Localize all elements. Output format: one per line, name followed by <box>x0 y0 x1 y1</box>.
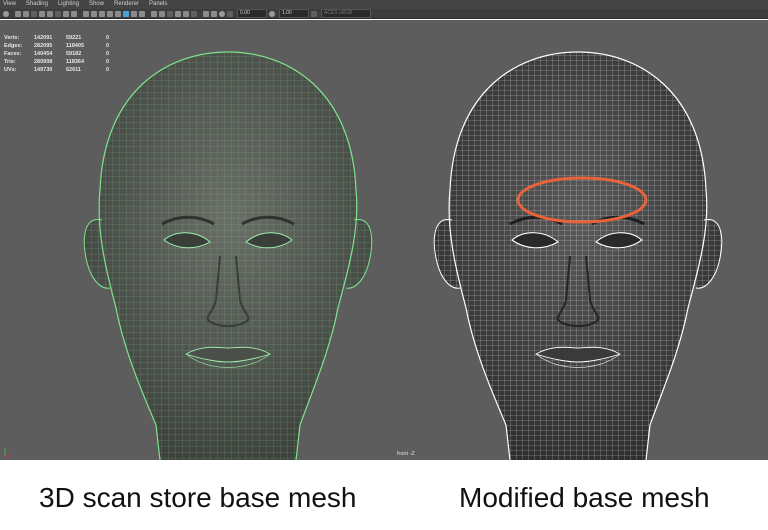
menu-renderer[interactable]: Renderer <box>114 0 139 9</box>
image-plane-icon[interactable] <box>31 10 37 17</box>
safe-action-icon[interactable] <box>71 10 77 17</box>
caption-row: 3D scan store base mesh Modified base me… <box>0 460 768 530</box>
menu-lighting[interactable]: Lighting <box>58 0 79 9</box>
view-axis-gizmo-icon <box>3 446 13 458</box>
hud-row-edges: Edges: 282095 118405 0 <box>4 43 110 49</box>
menu-bar: View Shading Lighting Show Renderer Pane… <box>0 0 768 9</box>
screen-space-ao-icon[interactable] <box>167 10 173 17</box>
hud-row-tris: Tris: 280908 118364 0 <box>4 59 110 65</box>
left-head-mesh <box>83 51 373 460</box>
default-material-icon[interactable] <box>107 10 113 17</box>
motion-blur-icon[interactable] <box>175 10 181 17</box>
hud-row-faces: Faces: 140454 59182 0 <box>4 51 110 57</box>
use-all-lights-icon[interactable] <box>151 10 157 17</box>
isolate-select-icon[interactable] <box>203 10 209 17</box>
menu-show[interactable]: Show <box>89 0 104 9</box>
camera-name-label: front -Z <box>397 451 415 457</box>
exposure-field[interactable]: 0.00 <box>237 9 267 18</box>
wireframe-on-shaded-icon[interactable] <box>123 10 129 17</box>
depth-of-field-icon[interactable] <box>191 10 197 17</box>
poly-count-hud: Verts: 142091 59221 0 Edges: 282095 118405 0 F… <box>4 34 109 74</box>
xray-active-icon[interactable] <box>211 10 217 17</box>
xray-icon[interactable] <box>131 10 137 17</box>
menu-shading[interactable]: Shading <box>26 0 48 9</box>
hud-row-verts: Verts: 142091 59221 0 <box>4 35 110 41</box>
viewport-canvas <box>83 51 723 460</box>
wireframe-icon[interactable] <box>91 10 97 17</box>
gamma-icon[interactable] <box>269 10 275 17</box>
view-transform-icon[interactable] <box>311 10 317 17</box>
view-transform-dropdown[interactable]: ACES sRGB <box>321 9 371 18</box>
panel-toolbar: 0.00 1.00 ACES sRGB <box>0 9 768 19</box>
gamma-field[interactable]: 1.00 <box>279 9 309 18</box>
color-management-icon[interactable] <box>219 10 225 17</box>
menu-panels[interactable]: Panels <box>149 0 167 9</box>
menu-view[interactable]: View <box>3 0 16 9</box>
xray-joints-icon[interactable] <box>139 10 145 17</box>
shadows-icon[interactable] <box>159 10 165 17</box>
textured-icon[interactable] <box>115 10 121 17</box>
field-chart-icon[interactable] <box>63 10 69 17</box>
grid-icon[interactable] <box>83 10 89 17</box>
gate-mask-icon[interactable] <box>55 10 61 17</box>
exposure-icon[interactable] <box>227 10 233 17</box>
hud-row-uvs: UVs: 149730 62611 0 <box>4 67 110 73</box>
viewport-3d[interactable]: Verts: 142091 59221 0 Edges: 282095 118405 0 F… <box>0 20 768 460</box>
caption-left: 3D scan store base mesh <box>39 482 357 513</box>
film-gate-icon[interactable] <box>39 10 45 17</box>
caption-right: Modified base mesh <box>459 482 710 513</box>
right-head-mesh <box>433 51 723 460</box>
camera-attributes-icon[interactable] <box>15 10 21 17</box>
multisample-aa-icon[interactable] <box>183 10 189 17</box>
resolution-gate-icon[interactable] <box>47 10 53 17</box>
select-camera-icon[interactable] <box>3 10 9 17</box>
bookmark-icon[interactable] <box>23 10 29 17</box>
smooth-shade-icon[interactable] <box>99 10 105 17</box>
